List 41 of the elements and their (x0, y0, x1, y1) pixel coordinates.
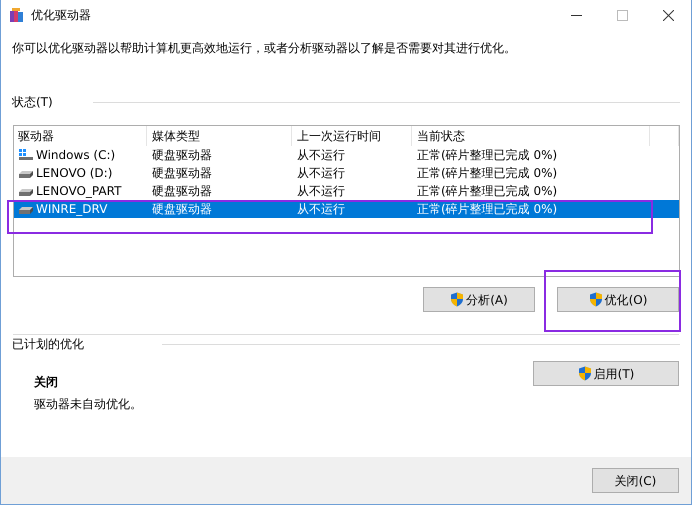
optimize-button[interactable]: 优化(O) (557, 287, 679, 312)
last-run-time: 从不运行 (296, 165, 346, 182)
list-row[interactable]: LENOVO (D:) 硬盘驱动器 从不运行 正常(碎片整理已完成 0%) (14, 164, 679, 182)
media-type: 硬盘驱动器 (151, 183, 213, 200)
close-dialog-button[interactable]: 关闭(C) (592, 468, 679, 493)
app-icon (9, 7, 25, 23)
column-header[interactable]: 当前状态 (412, 126, 650, 146)
description-text: 你可以优化驱动器以帮助计算机更高效地运行，或者分析驱动器以了解是否需要对其进行优化。 (11, 40, 517, 57)
status-text: 正常(碎片整理已完成 0%) (416, 183, 558, 200)
shield-icon (588, 292, 603, 307)
media-type: 硬盘驱动器 (151, 147, 213, 164)
section-label: 状态(T) (12, 94, 53, 111)
shield-icon (450, 292, 464, 307)
schedule-state: 关闭 (34, 374, 59, 391)
last-run-time: 从不运行 (296, 183, 346, 200)
column-header[interactable]: 媒体类型 (147, 126, 292, 146)
close-icon (662, 10, 674, 20)
status-text: 正常(碎片整理已完成 0%) (416, 147, 558, 164)
section-label: 已计划的优化 (12, 336, 84, 353)
media-type: 硬盘驱动器 (151, 165, 213, 182)
drive-name: WINRE_DRV (36, 201, 108, 218)
window-title: 优化驱动器 (31, 7, 91, 24)
list-row[interactable]: LENOVO_PART 硬盘驱动器 从不运行 正常(碎片整理已完成 0%) (14, 182, 679, 200)
column-header[interactable]: 驱动器 (14, 126, 147, 146)
enable-button[interactable]: 启用(T) (533, 361, 679, 386)
system-drive-icon (18, 149, 34, 161)
drive-name: LENOVO_PART (36, 183, 122, 200)
drive-name: LENOVO (D:) (36, 165, 112, 182)
media-type: 硬盘驱动器 (151, 201, 213, 218)
list-row[interactable]: Windows (C:) 硬盘驱动器 从不运行 正常(碎片整理已完成 0%) (14, 146, 679, 164)
schedule-note: 驱动器未自动优化。 (34, 396, 142, 413)
minimize-icon (570, 14, 582, 16)
status-text: 正常(碎片整理已完成 0%) (416, 165, 558, 182)
analyze-button[interactable]: 分析(A) (423, 287, 535, 312)
column-header[interactable]: 上一次运行时间 (292, 126, 412, 146)
maximize-icon (616, 10, 628, 20)
status-text: 正常(碎片整理已完成 0%) (416, 201, 558, 218)
last-run-time: 从不运行 (296, 147, 346, 164)
shield-icon (578, 366, 592, 381)
drive-name: Windows (C:) (36, 147, 116, 164)
last-run-time: 从不运行 (296, 201, 346, 218)
